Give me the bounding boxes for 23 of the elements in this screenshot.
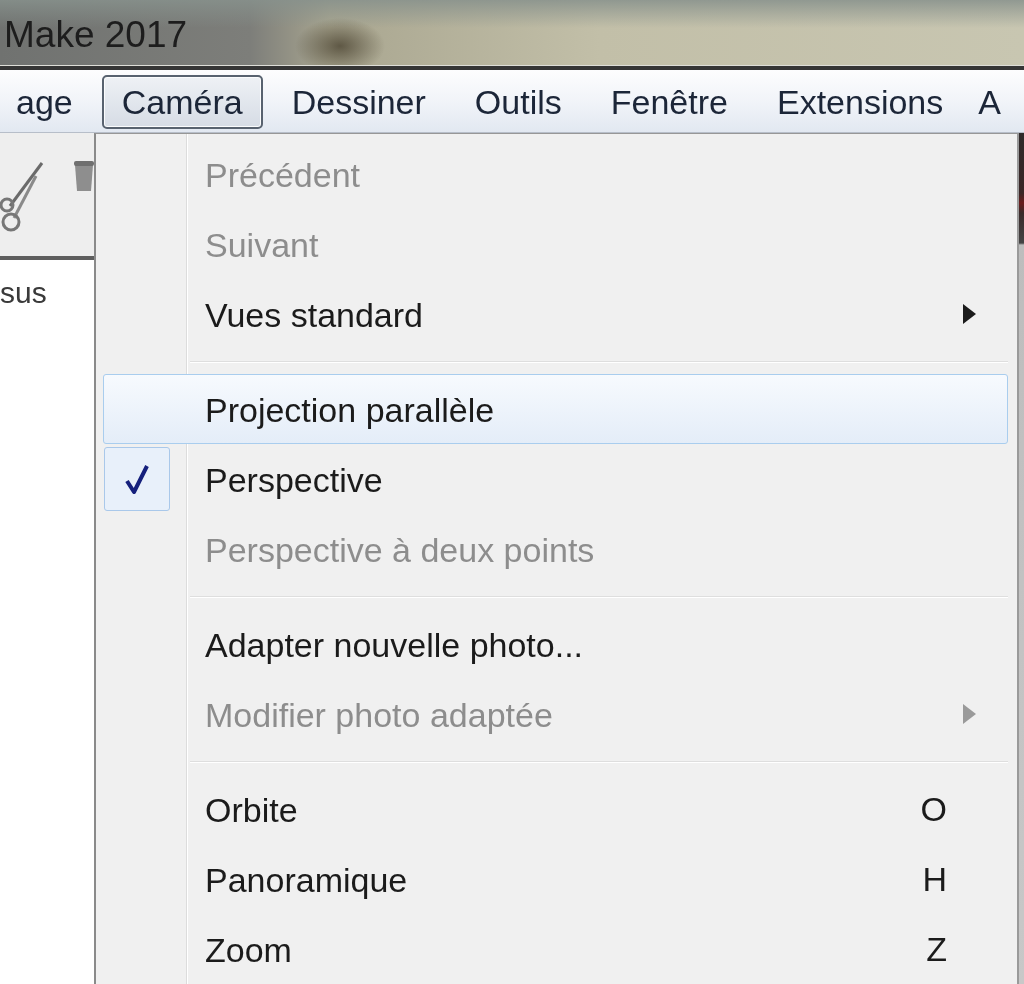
menu-item[interactable]: Projection parallèle <box>103 374 1008 444</box>
menu-bar-item[interactable]: A <box>972 75 1003 129</box>
checkmark-icon <box>125 464 149 494</box>
menu-bar-item[interactable]: Fenêtre <box>590 75 748 129</box>
menu-item[interactable]: Perspective <box>103 444 1008 514</box>
menu-bar-item[interactable]: Extensions <box>756 75 964 129</box>
menu-bar-item[interactable]: Dessiner <box>271 75 446 129</box>
panel-text: sus <box>0 276 47 310</box>
menu-item[interactable]: Panoramique H <box>103 844 1008 914</box>
shortcut-key: Z <box>926 926 947 968</box>
checkbox[interactable] <box>104 447 170 511</box>
bucket-icon[interactable] <box>74 160 94 192</box>
menu-item[interactable]: Zoom Z <box>103 914 1008 984</box>
shortcut-key: O <box>920 786 947 828</box>
menu-bar-item[interactable]: Caméra <box>101 75 263 129</box>
menu-item[interactable]: Adapter nouvelle photo... <box>103 609 1008 679</box>
shortcut-key: H <box>922 856 947 898</box>
menu-bar-item[interactable]: age <box>0 75 93 129</box>
menu-item[interactable]: Vues standard <box>103 279 1008 349</box>
menu-item[interactable]: Orbite O <box>103 774 1008 844</box>
menu-bar-item[interactable]: Outils <box>454 75 582 129</box>
scissors-icon[interactable] <box>0 160 44 232</box>
window-title: Make 2017 <box>4 14 188 56</box>
